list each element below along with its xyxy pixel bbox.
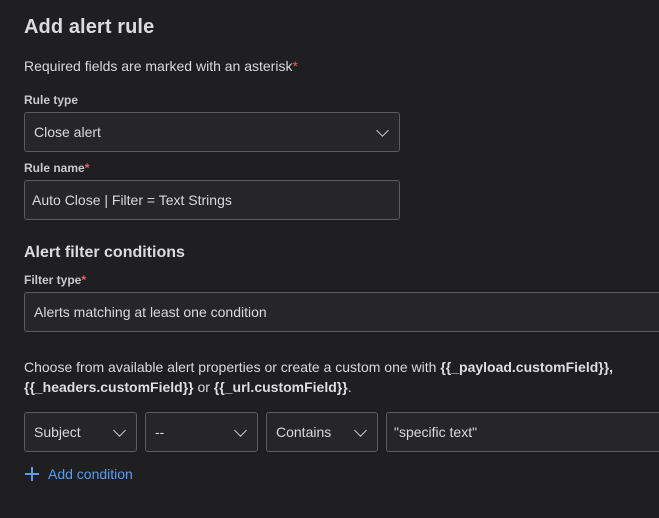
page-title: Add alert rule [24, 16, 155, 38]
filter-help-text: Choose from available alert properties o… [24, 357, 644, 397]
chevron-down-icon [113, 424, 126, 437]
chevron-down-icon [234, 424, 247, 437]
required-note-text: Required fields are marked with an aster… [24, 58, 293, 74]
rule-type-value: Close alert [34, 124, 101, 140]
help-or: or [193, 379, 214, 395]
condition-modifier-value: -- [155, 424, 165, 440]
required-asterisk: * [292, 58, 298, 74]
condition-property-value: Subject [34, 424, 81, 440]
condition-value-input[interactable]: "specific text" [386, 412, 659, 452]
help-token-headers: {{_headers.customField}} [24, 379, 194, 395]
alert-filter-conditions-heading: Alert filter conditions [24, 244, 185, 261]
required-asterisk: * [81, 273, 87, 287]
filter-type-value: Alerts matching at least one condition [34, 304, 267, 320]
rule-name-value: Auto Close | Filter = Text Strings [32, 192, 232, 208]
add-condition-label: Add condition [48, 466, 133, 482]
condition-operator-value: Contains [276, 424, 332, 440]
chevron-down-icon [354, 424, 367, 437]
rule-type-label: Rule type [24, 93, 79, 107]
help-token-url: {{_url.customField}} [213, 379, 348, 395]
rule-name-label: Rule name* [24, 161, 89, 175]
filter-type-select[interactable]: Alerts matching at least one condition [24, 292, 659, 332]
rule-type-select[interactable]: Close alert [24, 112, 400, 152]
help-suffix: . [347, 379, 352, 395]
plus-icon [24, 466, 40, 482]
condition-property-select[interactable]: Subject [24, 412, 137, 452]
rule-name-label-text: Rule name [24, 161, 85, 175]
filter-type-label-text: Filter type [24, 273, 82, 287]
add-alert-rule-panel: Add alert rule Required fields are marke… [0, 0, 659, 518]
condition-value-text: "specific text" [394, 424, 478, 440]
filter-type-label: Filter type* [24, 273, 86, 287]
help-token-payload: {{_payload.customField}}, [440, 359, 614, 375]
chevron-down-icon [376, 124, 389, 137]
help-prefix: Choose from available alert properties o… [24, 359, 441, 375]
condition-operator-select[interactable]: Contains [266, 412, 378, 452]
required-fields-note: Required fields are marked with an aster… [24, 58, 298, 74]
rule-name-input[interactable]: Auto Close | Filter = Text Strings [24, 180, 400, 220]
add-condition-button[interactable]: Add condition [24, 466, 133, 482]
required-asterisk: * [84, 161, 90, 175]
condition-modifier-select[interactable]: -- [145, 412, 258, 452]
